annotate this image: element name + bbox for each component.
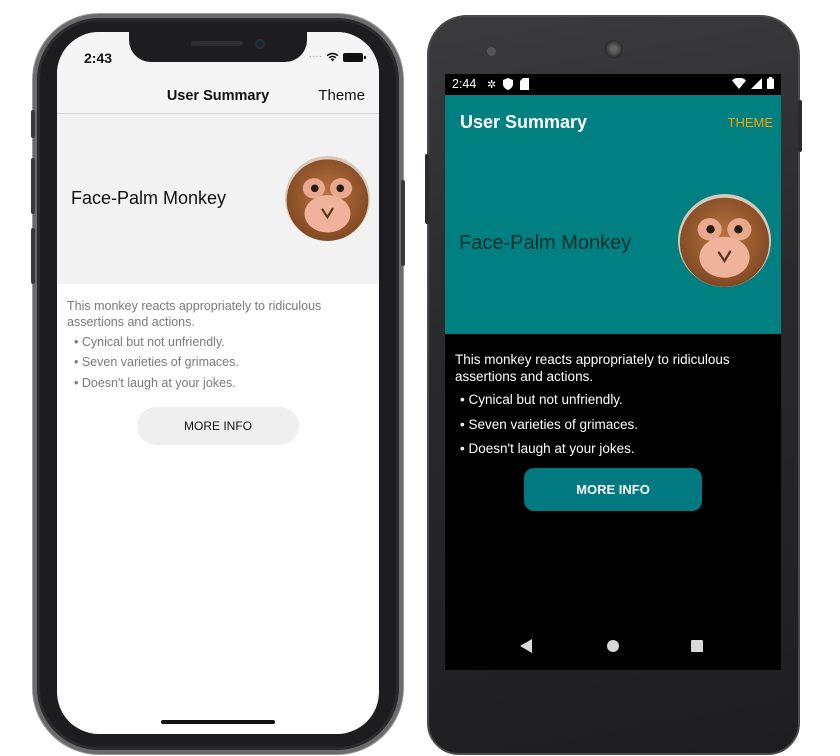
list-item: • Cynical but not unfriendly.: [460, 392, 623, 407]
page-title: User Summary: [460, 112, 588, 132]
android-screen: 2:44 ✲ User Summary THEME Face-Palm Monk…: [445, 74, 781, 670]
theme-button[interactable]: THEME: [728, 115, 774, 130]
ios-front-camera: [255, 39, 265, 49]
list-item: • Seven varieties of grimaces.: [74, 355, 239, 369]
profile-name: Face-Palm Monkey: [459, 232, 632, 254]
profile-description: This monkey reacts appropriately to ridi…: [455, 352, 730, 384]
list-item: • Cynical but not unfriendly.: [74, 335, 225, 349]
ios-status-time: 2:43: [84, 50, 113, 66]
list-item: • Seven varieties of grimaces.: [460, 417, 639, 432]
wifi-icon: [326, 52, 339, 62]
battery-icon: [343, 52, 366, 62]
android-status-system-icons: [731, 77, 774, 90]
iphone-mute-switch: [31, 110, 35, 138]
ios-profile-header: Face-Palm Monkey: [57, 114, 379, 284]
profile-name: Face-Palm Monkey: [71, 188, 227, 208]
list-item: • Doesn't laugh at your jokes.: [460, 441, 635, 456]
ios-navigation-bar: User Summary Theme: [57, 80, 379, 114]
ios-notch: [129, 32, 307, 62]
settings-icon: ✲: [487, 79, 497, 91]
signal-dots-icon: ····: [308, 51, 322, 62]
home-icon[interactable]: [607, 640, 619, 652]
more-info-button[interactable]: MORE INFO: [137, 407, 299, 445]
profile-description: This monkey reacts appropriately to ridi…: [67, 299, 322, 329]
wifi-icon: [731, 77, 746, 89]
android-volume-button: [425, 154, 429, 224]
android-status-time: 2:44: [452, 77, 477, 91]
list-item: • Doesn't laugh at your jokes.: [74, 376, 236, 390]
android-earpiece: [605, 40, 623, 58]
cell-signal-icon: [750, 77, 762, 89]
iphone-volume-down-button: [31, 228, 35, 284]
iphone-volume-up-button: [31, 158, 35, 214]
android-power-button: [798, 100, 802, 152]
monkey-avatar: [285, 156, 370, 241]
recents-icon[interactable]: [691, 640, 703, 652]
iphone-side-button: [401, 180, 405, 266]
ios-notch-speaker: [191, 41, 243, 46]
ios-status-icons: ····: [308, 51, 366, 62]
android-status-bar: 2:44 ✲: [445, 74, 781, 95]
android-status-notification-icons: ✲: [487, 78, 530, 91]
shield-icon: [503, 78, 514, 90]
monkey-avatar: [678, 194, 771, 287]
ios-screen: 2:43 ···· User Summary Theme Face-Palm M…: [57, 32, 379, 734]
sd-card-icon: [520, 78, 530, 90]
android-front-camera: [487, 47, 496, 56]
android-toolbar: User Summary THEME Face-Palm Monkey: [445, 95, 781, 334]
back-icon[interactable]: [520, 639, 532, 653]
more-info-button[interactable]: MORE INFO: [524, 468, 702, 511]
home-indicator[interactable]: [161, 720, 275, 724]
battery-icon: [767, 77, 774, 90]
theme-button[interactable]: Theme: [318, 87, 365, 104]
android-navigation-bar: [445, 622, 781, 670]
